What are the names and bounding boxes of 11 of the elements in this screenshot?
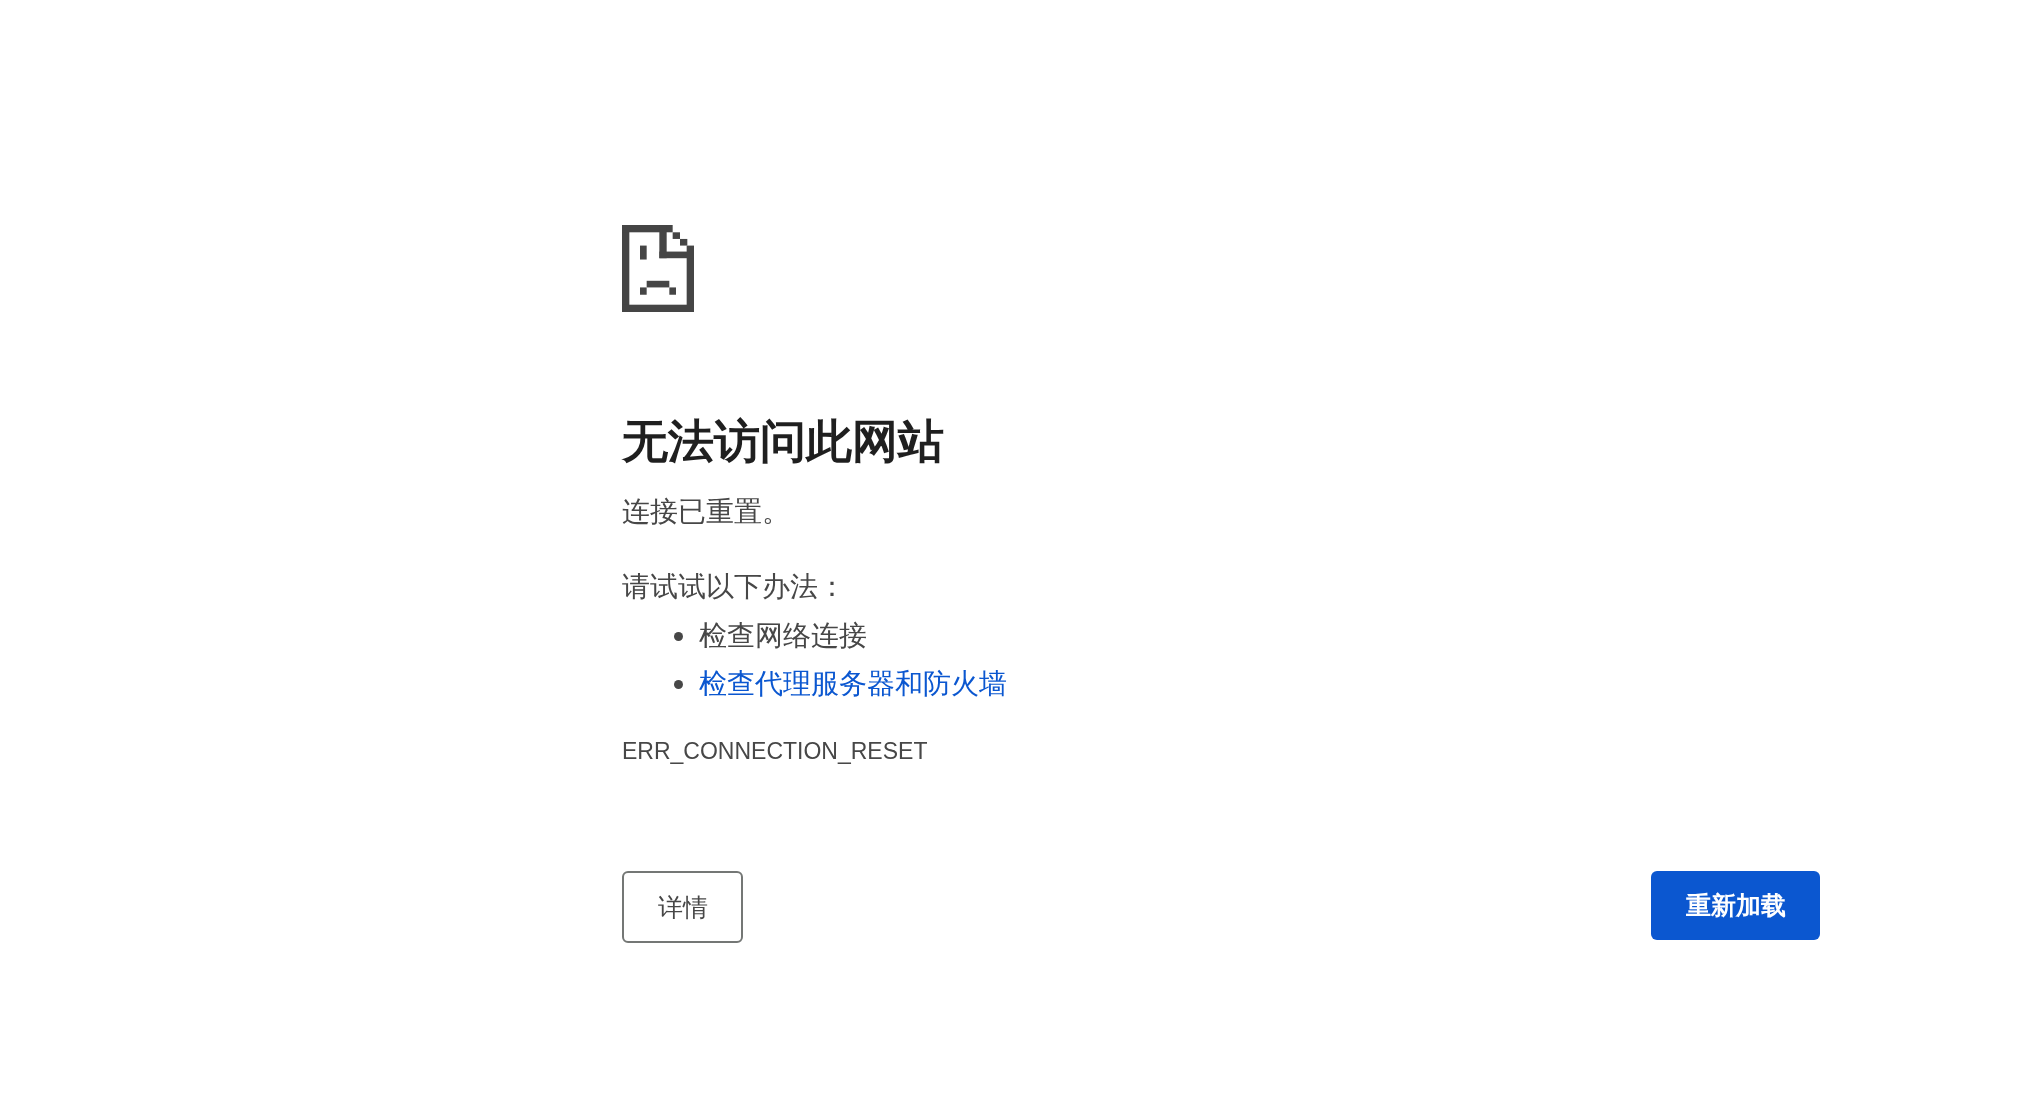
- suggestion-link[interactable]: 检查代理服务器和防火墙: [699, 665, 1007, 704]
- reload-button[interactable]: 重新加载: [1651, 871, 1820, 941]
- details-button[interactable]: 详情: [622, 871, 743, 944]
- error-message: 连接已重置。: [622, 493, 791, 530]
- bullet-icon: [674, 631, 683, 641]
- bullet-icon: [674, 679, 683, 689]
- suggestion-text: 检查网络连接: [699, 618, 867, 655]
- error-code: ERR_CONNECTION_RESET: [622, 738, 929, 766]
- error-title: 无法访问此网站: [622, 413, 945, 470]
- suggestions-title: 请试试以下办法：: [622, 569, 847, 605]
- sad-document-icon: [622, 225, 694, 312]
